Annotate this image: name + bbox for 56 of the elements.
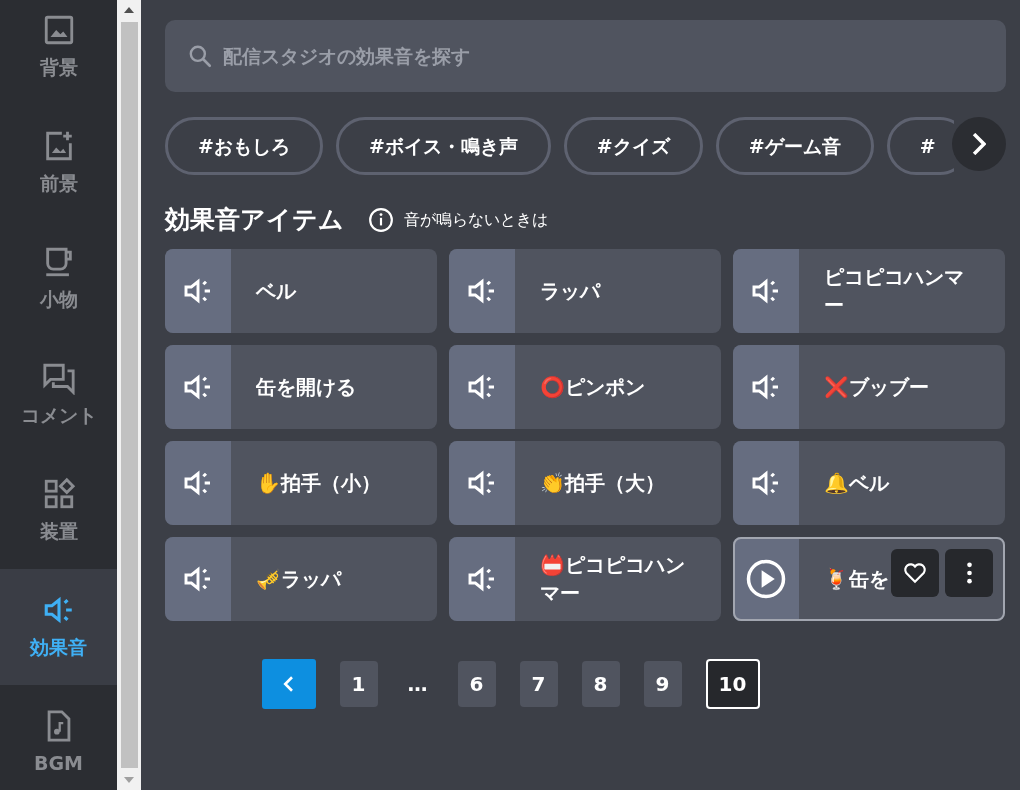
sound-title: ❌ブッブー — [823, 374, 930, 401]
page-ellipsis: … — [406, 671, 429, 698]
sound-title: ベル — [255, 278, 298, 305]
play-icon — [745, 558, 787, 600]
sound-card[interactable]: ✋拍手（小） — [165, 441, 437, 525]
scrollbar[interactable] — [117, 0, 141, 790]
page-button[interactable]: 7 — [519, 661, 558, 707]
scrollbar-thumb[interactable] — [120, 22, 138, 768]
info-icon[interactable] — [368, 207, 394, 233]
tag-chip[interactable]: #クイズ — [563, 117, 703, 175]
page-button[interactable]: 6 — [457, 661, 496, 707]
page-button[interactable]: 9 — [643, 661, 682, 707]
search-field[interactable]: 配信スタジオの効果音を探す — [165, 20, 1006, 92]
sound-card[interactable]: 📛ピコピコハンマー — [449, 537, 721, 621]
sidebar-item[interactable]: 背景 — [0, 0, 117, 105]
chevron-right-icon — [972, 133, 986, 155]
more-button[interactable] — [945, 549, 993, 597]
tag-chip[interactable]: #ボイス・鳴き声 — [335, 117, 551, 175]
sound-title: 🔔ベル — [823, 470, 891, 497]
sound-card[interactable]: 👏拍手（大） — [449, 441, 721, 525]
page-button[interactable]: 10 — [705, 659, 760, 709]
page-button[interactable]: 1 — [339, 661, 378, 707]
sound-card[interactable]: ⭕ピンポン — [449, 345, 721, 429]
tag-chip[interactable]: #おもしろ — [165, 117, 323, 175]
sound-card[interactable]: 🎺ラッパ — [165, 537, 437, 621]
sound-title: ⭕ピンポン — [539, 374, 646, 401]
search-icon — [187, 43, 213, 69]
sidebar-item[interactable]: コメント — [0, 337, 117, 453]
sound-title: 🎺ラッパ — [255, 566, 343, 593]
sound-title: 👏拍手（大） — [539, 470, 666, 497]
next-button[interactable] — [952, 117, 1006, 171]
tag-chip[interactable]: #ゲーム音 — [715, 117, 874, 175]
sound-title: ラッパ — [539, 278, 602, 305]
heart-icon — [902, 560, 928, 586]
sound-title: 📛ピコピコハンマー — [539, 552, 686, 607]
favorite-button[interactable] — [891, 549, 939, 597]
sidebar-item[interactable]: BGM — [0, 685, 117, 790]
section-title: 効果音アイテム — [165, 204, 344, 237]
sound-card[interactable]: 缶を開ける — [165, 345, 437, 429]
sound-card[interactable]: ❌ブッブー — [733, 345, 1005, 429]
sound-title: 缶を開ける — [255, 374, 357, 401]
sound-card[interactable]: 🍹缶を — [733, 537, 1005, 621]
sidebar-item[interactable]: 効果音 — [0, 569, 117, 685]
sidebar-item[interactable]: 小物 — [0, 221, 117, 337]
sidebar-item[interactable]: 前景 — [0, 105, 117, 221]
sound-card[interactable]: ラッパ — [449, 249, 721, 333]
sound-card[interactable]: ベル — [165, 249, 437, 333]
sound-card[interactable]: 🔔ベル — [733, 441, 1005, 525]
more-icon — [965, 561, 973, 585]
page-button[interactable]: 8 — [581, 661, 620, 707]
sound-title: ピコピコハンマー — [823, 264, 965, 319]
help-link[interactable]: 音が鳴らないときは — [404, 208, 548, 232]
sidebar-item[interactable]: 装置 — [0, 453, 117, 569]
sound-title: ✋拍手（小） — [255, 470, 382, 497]
sound-card[interactable]: ピコピコハンマー — [733, 249, 1005, 333]
sound-title: 🍹缶を — [823, 566, 890, 593]
